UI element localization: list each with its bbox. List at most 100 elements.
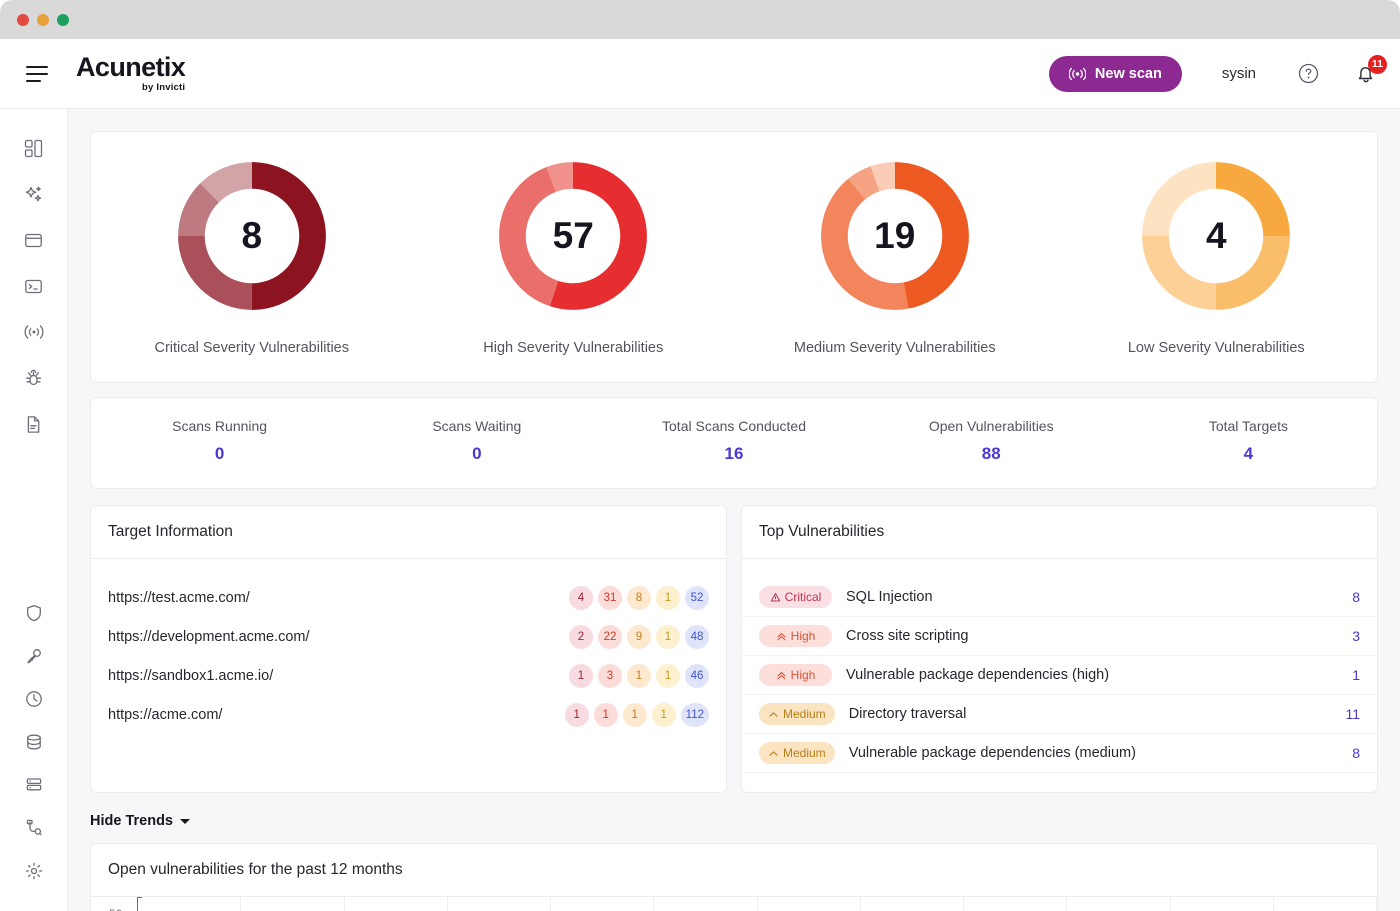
badge-critical: 2 — [569, 625, 593, 649]
target-url[interactable]: https://test.acme.com/ — [108, 590, 250, 606]
severity-label: Medium — [783, 707, 826, 721]
badge-critical: 1 — [565, 703, 589, 727]
window-titlebar — [0, 0, 1400, 39]
new-scan-label: New scan — [1095, 66, 1162, 82]
table-row[interactable]: Critical SQL Injection 8 — [742, 578, 1377, 617]
donut-low-chart: 4 — [1136, 156, 1296, 316]
donut-low-value: 4 — [1136, 156, 1296, 316]
trend-chart-title: Open vulnerabilities for the past 12 mon… — [91, 844, 1377, 897]
vulnerability-name[interactable]: Cross site scripting — [846, 628, 968, 644]
table-row[interactable]: https://sandbox1.acme.io/ 1 3 1 1 46 — [91, 656, 726, 695]
chevron-down-icon — [180, 819, 190, 824]
sidebar-item-credentials[interactable] — [17, 639, 51, 673]
window-maximize-button[interactable] — [57, 14, 69, 26]
app-body: 8 Critical Severity Vulnerabilities 57 H… — [0, 109, 1400, 911]
sidebar-item-console[interactable] — [17, 269, 51, 303]
sidebar-item-reports[interactable] — [17, 407, 51, 441]
grid-column — [448, 897, 551, 911]
donut-critical-value: 8 — [172, 156, 332, 316]
grid-column — [345, 897, 448, 911]
badge-medium: 1 — [623, 703, 647, 727]
vulnerability-name[interactable]: Vulnerable package dependencies (high) — [846, 667, 1109, 683]
vulnerability-count: 3 — [1352, 628, 1360, 644]
grid-column — [861, 897, 964, 911]
top-vulnerabilities-panel: Top Vulnerabilities Critical — [741, 505, 1378, 793]
stat-value: 88 — [863, 444, 1120, 464]
sidebar-item-dashboard[interactable] — [17, 131, 51, 165]
grid-column — [1067, 897, 1170, 911]
stat-value: 0 — [348, 444, 605, 464]
donut-critical-chart: 8 — [172, 156, 332, 316]
badge-low: 1 — [652, 703, 676, 727]
donut-medium-chart: 19 — [815, 156, 975, 316]
table-row[interactable]: https://test.acme.com/ 4 31 8 1 52 — [91, 578, 726, 617]
window-close-button[interactable] — [17, 14, 29, 26]
dashboard-panels: Target Information https://test.acme.com… — [90, 505, 1378, 793]
user-name[interactable]: sysin — [1222, 65, 1256, 82]
sidebar-item-settings[interactable] — [17, 854, 51, 888]
vuln-panel-body: Critical SQL Injection 8 — [742, 559, 1377, 773]
sidebar-item-scans[interactable] — [17, 315, 51, 349]
donut-high-value: 57 — [493, 156, 653, 316]
donut-high-label: High Severity Vulnerabilities — [483, 340, 663, 356]
stat-value: 4 — [1120, 444, 1377, 464]
left-sidebar — [0, 109, 68, 911]
sidebar-item-integrations[interactable] — [17, 811, 51, 845]
target-url[interactable]: https://sandbox1.acme.io/ — [108, 668, 273, 684]
vulnerability-count: 8 — [1352, 745, 1360, 761]
brand-name: Acunetix — [76, 54, 185, 81]
app-header: Acunetix by Invicti New scan sysin — [0, 39, 1400, 109]
vulnerability-name[interactable]: SQL Injection — [846, 589, 933, 605]
badge-info: 112 — [681, 703, 709, 727]
stat-value: 0 — [91, 444, 348, 464]
y-axis-nub — [137, 897, 142, 898]
vuln-panel-title: Top Vulnerabilities — [742, 506, 1377, 559]
chart-gridlines — [137, 897, 1377, 911]
sidebar-item-network[interactable] — [17, 768, 51, 802]
sidebar-item-security[interactable] — [17, 596, 51, 630]
status-badge: High — [759, 625, 832, 647]
table-row[interactable]: High Vulnerable package dependencies (hi… — [742, 656, 1377, 695]
hide-trends-label: Hide Trends — [90, 813, 173, 829]
target-url[interactable]: https://development.acme.com/ — [108, 629, 310, 645]
table-row[interactable]: https://development.acme.com/ 2 22 9 1 4… — [91, 617, 726, 656]
status-badge: Critical — [759, 586, 832, 608]
new-scan-button[interactable]: New scan — [1049, 56, 1182, 92]
vulnerability-name[interactable]: Directory traversal — [849, 706, 967, 722]
donut-high-chart: 57 — [493, 156, 653, 316]
target-url[interactable]: https://acme.com/ — [108, 707, 222, 723]
vulnerability-name[interactable]: Vulnerable package dependencies (medium) — [849, 745, 1136, 761]
sidebar-item-vulnerabilities[interactable] — [17, 361, 51, 395]
badge-info: 48 — [685, 625, 709, 649]
hamburger-menu-icon[interactable] — [26, 66, 48, 82]
status-badge: Medium — [759, 742, 835, 764]
grid-column — [1274, 897, 1377, 911]
help-circle-icon[interactable] — [1296, 62, 1320, 86]
trend-chart-area: 50 — [91, 897, 1377, 911]
target-panel-body: https://test.acme.com/ 4 31 8 1 52 https… — [91, 559, 726, 792]
badge-critical: 4 — [569, 586, 593, 610]
notification-bell-icon[interactable]: 11 — [1354, 62, 1378, 86]
window-minimize-button[interactable] — [37, 14, 49, 26]
hide-trends-toggle[interactable]: Hide Trends — [90, 813, 1378, 829]
table-row[interactable]: Medium Directory traversal 11 — [742, 695, 1377, 734]
stat-value: 16 — [605, 444, 862, 464]
sidebar-item-scheduling[interactable] — [17, 682, 51, 716]
sidebar-item-database[interactable] — [17, 725, 51, 759]
grid-column — [654, 897, 757, 911]
sidebar-item-targets[interactable] — [17, 223, 51, 257]
brand-logo[interactable]: Acunetix by Invicti — [76, 54, 185, 93]
table-row[interactable]: https://acme.com/ 1 1 1 1 112 — [91, 695, 726, 734]
stat-label: Total Targets — [1120, 418, 1377, 434]
stat-label: Scans Running — [91, 418, 348, 434]
scan-stats-card: Scans Running 0 Scans Waiting 0 Total Sc… — [90, 397, 1378, 489]
table-row[interactable]: High Cross site scripting 3 — [742, 617, 1377, 656]
table-row[interactable]: Medium Vulnerable package dependencies (… — [742, 734, 1377, 773]
grid-column — [241, 897, 344, 911]
sidebar-item-ai-insights[interactable] — [17, 177, 51, 211]
y-axis-tick-50: 50 — [109, 907, 122, 911]
badge-info: 52 — [685, 586, 709, 610]
stat-total-scans: Total Scans Conducted 16 — [605, 418, 862, 464]
badge-high: 1 — [594, 703, 618, 727]
brand-subtitle: by Invicti — [76, 83, 185, 93]
